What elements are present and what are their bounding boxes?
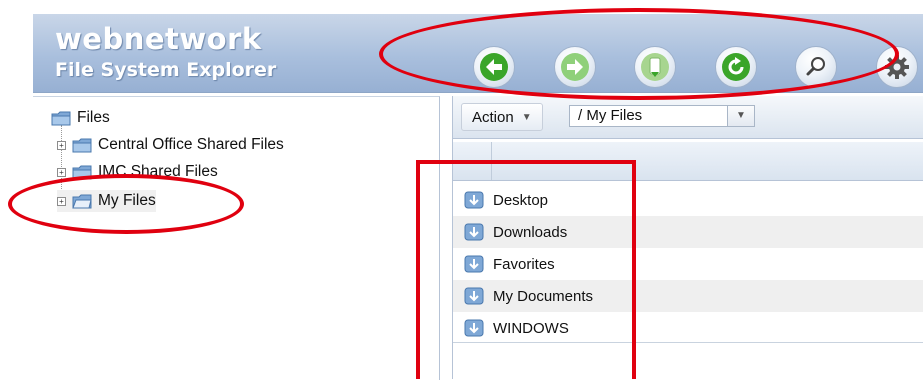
- path-value: / My Files: [578, 107, 643, 124]
- annotation-ellipse-my-files: [8, 174, 244, 234]
- folder-icon: [51, 111, 71, 125]
- folder-tree: Files + Central Office Shared Files + IM…: [33, 96, 440, 380]
- expand-icon[interactable]: +: [57, 140, 66, 150]
- action-label: Action: [472, 108, 514, 126]
- tree-item-label: Central Office Shared Files: [98, 136, 284, 153]
- dropdown-arrow-icon[interactable]: ▼: [727, 106, 754, 126]
- expand-icon[interactable]: +: [57, 167, 66, 177]
- brand-subtitle: File System Explorer: [55, 59, 277, 81]
- annotation-rect-file-list: [416, 160, 636, 379]
- caret-down-icon: ▼: [521, 111, 532, 123]
- path-select[interactable]: / My Files ▼: [569, 105, 755, 127]
- brand-title: webnetwork: [55, 22, 262, 56]
- folder-icon: [72, 138, 92, 152]
- file-pane-toolbar: Action ▼ / My Files ▼: [453, 96, 923, 139]
- tree-item-central-office[interactable]: + Central Office Shared Files: [57, 134, 284, 156]
- tree-root-files[interactable]: Files: [51, 107, 110, 129]
- tree-root-label: Files: [77, 109, 110, 126]
- annotation-ellipse-toolbar: [379, 8, 899, 100]
- action-menu-button[interactable]: Action ▼: [461, 103, 543, 131]
